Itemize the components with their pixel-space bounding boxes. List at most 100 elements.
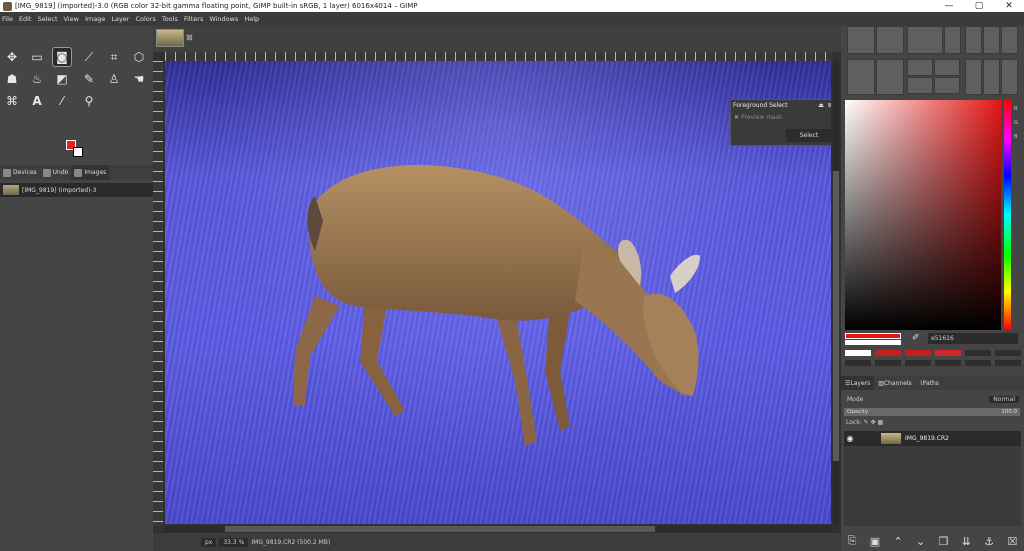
smudge-tool-icon[interactable]: ☚: [130, 70, 148, 88]
zoom-selector[interactable]: 33.3 %: [219, 537, 249, 547]
warp-transform-tool-icon[interactable]: ☗: [3, 70, 21, 88]
menu-image[interactable]: Image: [85, 15, 105, 23]
close-button[interactable]: ✕: [994, 1, 1024, 11]
brush-item[interactable]: [907, 26, 943, 54]
brush-item[interactable]: [983, 26, 1000, 54]
tab-images[interactable]: Images: [71, 165, 110, 180]
lock-position-icon[interactable]: ✥: [871, 419, 876, 426]
color-picker-tool-icon[interactable]: ⁄: [53, 92, 71, 110]
anchor-layer-icon[interactable]: ⚓: [984, 535, 994, 548]
menu-select[interactable]: Select: [37, 15, 57, 23]
eraser-tool-icon[interactable]: ✎: [80, 70, 98, 88]
dialog-close-icon[interactable]: ⊠: [828, 102, 831, 109]
brush-item[interactable]: [847, 59, 875, 95]
visibility-eye-icon[interactable]: ◉: [844, 434, 856, 443]
history-swatch[interactable]: [845, 350, 871, 356]
menu-layer[interactable]: Layer: [111, 15, 129, 23]
image-canvas[interactable]: Foreground Select ⏏ ⊠ ✖ Preview mask Sel…: [165, 61, 831, 524]
brush-item[interactable]: [1001, 26, 1018, 54]
new-layer-group-icon[interactable]: ▣: [870, 535, 880, 548]
history-swatch[interactable]: [905, 360, 931, 366]
image-tab[interactable]: [156, 29, 184, 47]
menu-tools[interactable]: Tools: [162, 15, 178, 23]
horizontal-scrollbar[interactable]: [165, 526, 831, 532]
brush-item[interactable]: [876, 26, 904, 54]
brush-item[interactable]: [907, 77, 933, 94]
history-swatch[interactable]: [935, 360, 961, 366]
dialog-menu-icon[interactable]: ⏏: [818, 102, 824, 109]
menu-filters[interactable]: Filters: [184, 15, 203, 23]
brush-item[interactable]: [876, 59, 904, 95]
color-picker-square[interactable]: [845, 100, 1001, 330]
history-swatch[interactable]: [875, 350, 901, 356]
menu-edit[interactable]: Edit: [19, 15, 32, 23]
brush-item[interactable]: [983, 59, 1000, 95]
image-list-item[interactable]: [IMG_9819] (imported)-3: [0, 183, 153, 197]
minimize-button[interactable]: —: [934, 1, 964, 11]
hue-slider[interactable]: [1004, 100, 1011, 330]
menu-view[interactable]: View: [64, 15, 79, 23]
tab-paths[interactable]: ⌇ Paths: [916, 376, 943, 390]
channel-r-label[interactable]: R: [1014, 106, 1017, 112]
tab-undo[interactable]: Undo: [40, 165, 72, 180]
paths-tool-icon[interactable]: ⌘: [3, 92, 21, 110]
channel-b-label[interactable]: B: [1014, 134, 1017, 140]
opacity-slider[interactable]: Opacity 100.0: [844, 408, 1020, 416]
hex-color-field[interactable]: e51616: [928, 333, 1018, 344]
mode-dropdown[interactable]: Normal: [989, 396, 1019, 403]
layer-row[interactable]: ◉ IMG_9819.CR2: [844, 431, 1021, 446]
zoom-tool-icon[interactable]: ⚲: [80, 92, 98, 110]
clone-tool-icon[interactable]: ♙: [105, 70, 123, 88]
move-tool-icon[interactable]: ✥: [3, 48, 21, 66]
select-button[interactable]: Select: [786, 129, 831, 142]
background-color-swatch[interactable]: [73, 147, 83, 157]
history-swatch[interactable]: [905, 350, 931, 356]
tab-channels[interactable]: ▥ Channels: [874, 376, 915, 390]
history-swatch[interactable]: [995, 360, 1021, 366]
rect-select-tool-icon[interactable]: ▭: [28, 48, 46, 66]
lock-alpha-icon[interactable]: ▦: [878, 419, 884, 426]
unified-transform-tool-icon[interactable]: ⬡: [130, 48, 148, 66]
fg-color-bar[interactable]: [845, 333, 901, 339]
maximize-button[interactable]: ▢: [964, 1, 994, 11]
delete-layer-icon[interactable]: ☒: [1007, 535, 1017, 548]
brush-item[interactable]: [847, 26, 875, 54]
merge-layer-icon[interactable]: ⇊: [962, 535, 971, 548]
history-swatch[interactable]: [875, 360, 901, 366]
menu-help[interactable]: Help: [244, 15, 259, 23]
eyedropper-icon[interactable]: ✐: [912, 333, 920, 343]
unit-selector[interactable]: px: [201, 537, 217, 547]
vertical-scrollbar[interactable]: [833, 61, 839, 526]
lock-pixels-icon[interactable]: ✎: [864, 419, 869, 426]
brush-item[interactable]: [1001, 59, 1018, 95]
history-swatch[interactable]: [965, 350, 991, 356]
vertical-scroll-thumb[interactable]: [833, 171, 839, 461]
close-image-tab-icon[interactable]: ⊠: [186, 33, 193, 42]
tab-layers[interactable]: ☰ Layers: [841, 376, 875, 390]
crop-tool-icon[interactable]: ⌗: [105, 48, 123, 66]
brush-item[interactable]: [965, 26, 982, 54]
brush-item[interactable]: [944, 26, 961, 54]
tab-devices[interactable]: Devices: [0, 165, 40, 180]
history-swatch[interactable]: [965, 360, 991, 366]
raise-layer-icon[interactable]: ⌃: [894, 535, 903, 548]
history-swatch[interactable]: [845, 360, 871, 366]
bucket-fill-tool-icon[interactable]: ♨: [28, 70, 46, 88]
brush-item[interactable]: [934, 59, 960, 76]
menu-colors[interactable]: Colors: [135, 15, 155, 23]
horizontal-scroll-thumb[interactable]: [225, 526, 655, 532]
brush-item[interactable]: [907, 59, 933, 76]
history-swatch[interactable]: [935, 350, 961, 356]
menu-windows[interactable]: Windows: [209, 15, 238, 23]
preview-mask-checkbox[interactable]: ✖ Preview mask: [731, 114, 831, 121]
text-tool-icon[interactable]: A: [28, 92, 46, 110]
foreground-select-tool-icon[interactable]: ◙: [52, 47, 72, 67]
fuzzy-select-tool-icon[interactable]: ⟋: [80, 48, 98, 66]
channel-g-label[interactable]: G: [1014, 120, 1018, 126]
brush-item[interactable]: [965, 59, 982, 95]
brush-item[interactable]: [934, 77, 960, 94]
history-swatch[interactable]: [995, 350, 1021, 356]
new-layer-icon[interactable]: ⎘: [848, 534, 857, 548]
gradient-tool-icon[interactable]: ◩: [53, 70, 71, 88]
lower-layer-icon[interactable]: ⌄: [916, 535, 925, 548]
